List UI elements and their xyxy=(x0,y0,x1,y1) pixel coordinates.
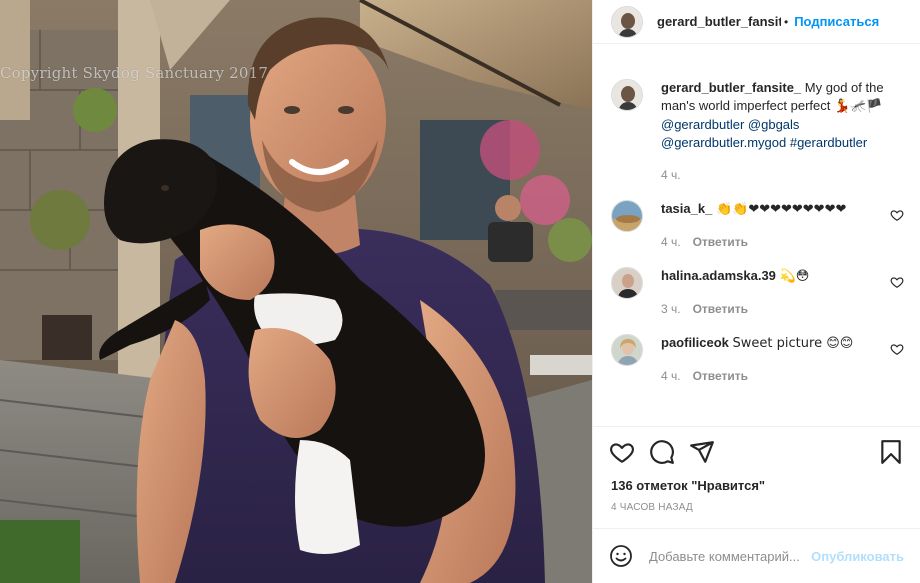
comment-input[interactable] xyxy=(649,548,812,564)
smile-icon[interactable] xyxy=(609,544,633,568)
comment-like-icon[interactable] xyxy=(890,342,904,356)
comment-time[interactable]: 4 ч. xyxy=(661,235,681,249)
reply-button[interactable]: Ответить xyxy=(693,369,748,383)
comment-icon[interactable] xyxy=(649,439,675,465)
publish-button[interactable]: Опубликовать xyxy=(811,549,904,564)
share-icon[interactable] xyxy=(689,439,715,465)
comment-text: Sweet picture 😊😊 xyxy=(732,336,854,351)
commenter-username[interactable]: halina.adamska.39 xyxy=(661,268,776,283)
avatar-image xyxy=(612,6,642,37)
comment-text-block: paofiliceok Sweet picture 😊😊 xyxy=(661,334,904,353)
avatar-image xyxy=(612,268,642,298)
comment-body: paofiliceok Sweet picture 😊😊 4 ч. Ответи… xyxy=(661,334,904,383)
commenter-username[interactable]: paofiliceok xyxy=(661,335,729,350)
action-bar xyxy=(593,426,920,476)
comment-time[interactable]: 3 ч. xyxy=(661,302,681,316)
avatar-image xyxy=(612,335,642,365)
commenter-username[interactable]: tasia_k_ xyxy=(661,201,712,216)
post-photo[interactable]: Copyright Skydog Sanctuary 2017 xyxy=(0,0,592,583)
reply-button[interactable]: Ответить xyxy=(693,302,748,316)
photo-illustration xyxy=(0,0,592,583)
author-username[interactable]: gerard_butler_fansit xyxy=(657,14,781,29)
caption-tag-1[interactable]: @gerardbutler xyxy=(661,117,744,132)
caption-time[interactable]: 4 ч. xyxy=(661,168,681,182)
follow-button[interactable]: Подписаться xyxy=(794,14,879,29)
comment-item: tasia_k_ 👏👏❤❤❤❤❤❤❤❤❤ 4 ч. Ответить xyxy=(611,200,904,249)
comment-item: paofiliceok Sweet picture 😊😊 4 ч. Ответи… xyxy=(611,334,904,383)
bookmark-icon[interactable] xyxy=(878,439,904,465)
comment-meta: 4 ч. Ответить xyxy=(661,235,904,249)
header-separator: • xyxy=(784,14,789,29)
comment-meta: 3 ч. Ответить xyxy=(661,302,904,316)
heart-icon[interactable] xyxy=(609,439,635,465)
avatar-image xyxy=(612,80,642,110)
comment-text-block: halina.adamska.39 💫😳 xyxy=(661,267,904,286)
commenter-avatar[interactable] xyxy=(611,267,643,299)
caption-emojis: 💃🦟🏴 xyxy=(834,99,883,114)
comment-body: halina.adamska.39 💫😳 3 ч. Ответить xyxy=(661,267,904,316)
post-caption: gerard_butler_fansite_ My god of the man… xyxy=(611,44,904,182)
post-header: gerard_butler_fansit • Подписаться xyxy=(593,0,920,44)
commenter-avatar[interactable] xyxy=(611,200,643,232)
post-sidebar: gerard_butler_fansit • Подписаться gerar… xyxy=(592,0,920,583)
post-container: Copyright Skydog Sanctuary 2017 gerard_b… xyxy=(0,0,920,583)
add-comment-bar: Опубликовать xyxy=(593,528,920,583)
avatar-image xyxy=(612,201,642,231)
reply-button[interactable]: Ответить xyxy=(693,235,748,249)
comment-text: 💫😳 xyxy=(779,269,810,284)
post-time-ago[interactable]: 4 часов назад xyxy=(593,496,920,528)
commenter-avatar[interactable] xyxy=(611,334,643,366)
comment-body: tasia_k_ 👏👏❤❤❤❤❤❤❤❤❤ 4 ч. Ответить xyxy=(661,200,904,249)
caption-text-block: gerard_butler_fansite_ My god of the man… xyxy=(661,79,904,152)
comment-meta: 4 ч. Ответить xyxy=(661,369,904,383)
caption-tag-2[interactable]: @gbgals xyxy=(748,117,800,132)
comment-text: 👏👏❤❤❤❤❤❤❤❤❤ xyxy=(715,202,847,217)
caption-tag-4[interactable]: #gerardbutler xyxy=(790,135,867,150)
comment-time[interactable]: 4 ч. xyxy=(661,369,681,383)
likes-count[interactable]: 136 отметок "Нравится" xyxy=(593,476,920,496)
comment-item: halina.adamska.39 💫😳 3 ч. Ответить xyxy=(611,267,904,316)
caption-meta: 4 ч. xyxy=(661,168,904,182)
caption-tag-3[interactable]: @gerardbutler.mygod xyxy=(661,135,786,150)
caption-author-avatar[interactable] xyxy=(611,79,643,111)
comment-like-icon[interactable] xyxy=(890,275,904,289)
caption-username[interactable]: gerard_butler_fansite_ xyxy=(661,80,801,95)
comments-list[interactable]: gerard_butler_fansite_ My god of the man… xyxy=(593,44,920,426)
comment-like-icon[interactable] xyxy=(890,208,904,222)
comment-text-block: tasia_k_ 👏👏❤❤❤❤❤❤❤❤❤ xyxy=(661,200,904,219)
photo-watermark: Copyright Skydog Sanctuary 2017 xyxy=(0,64,269,82)
caption-body: gerard_butler_fansite_ My god of the man… xyxy=(661,79,904,182)
author-avatar[interactable] xyxy=(611,5,643,38)
